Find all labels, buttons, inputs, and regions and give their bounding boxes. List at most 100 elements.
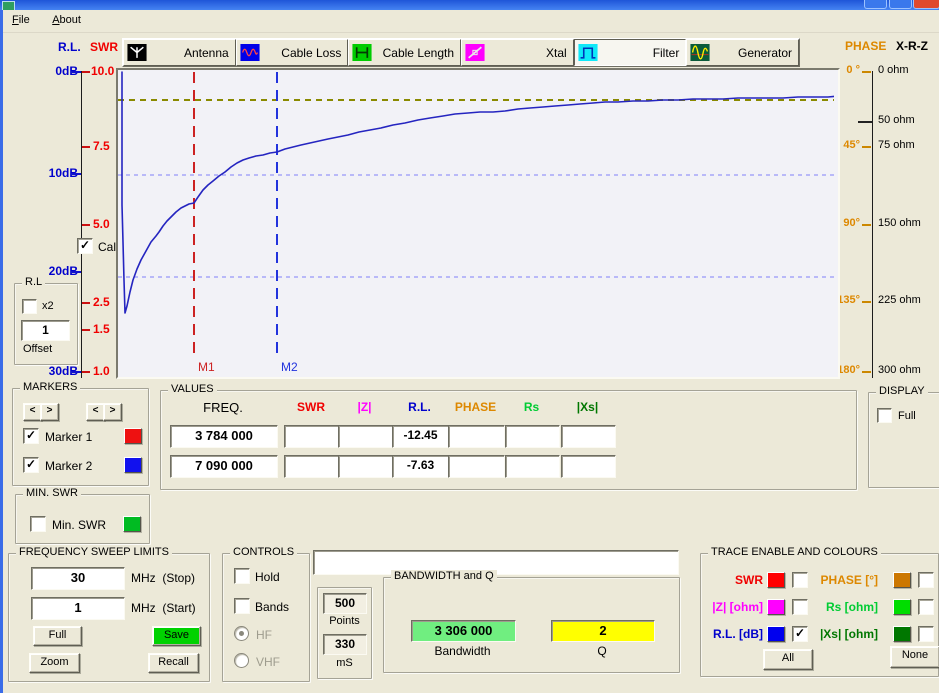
ohm-tick-label: 225 ohm xyxy=(878,294,921,306)
offset-label: Offset xyxy=(23,343,52,355)
trace-none-button[interactable]: None xyxy=(890,646,939,668)
xtal-mode-button[interactable]: Xtal xyxy=(461,39,574,66)
cable-loss-icon xyxy=(240,44,260,61)
trace-all-button[interactable]: All xyxy=(763,649,813,670)
min-swr-checkbox[interactable] xyxy=(30,516,46,532)
right-axis-line xyxy=(872,71,873,378)
marker2-next-button[interactable]: > xyxy=(103,403,122,421)
recall-button[interactable]: Recall xyxy=(148,653,199,673)
trace-xs-checkbox[interactable] xyxy=(918,626,934,642)
sweep-chart-plot[interactable]: M1 M2 xyxy=(116,68,840,379)
swr-tick-label: 1.5 xyxy=(93,322,110,336)
ohm-tick-label: 75 ohm xyxy=(878,139,915,151)
swr-column-header: SWR xyxy=(284,400,338,414)
ohm-tick-label: 150 ohm xyxy=(878,217,921,229)
marker2-freq-field[interactable]: 7 090 000 xyxy=(170,455,278,478)
marker2-color-swatch[interactable] xyxy=(124,457,142,473)
phase-axis-tick xyxy=(862,146,871,148)
swr-axis-tick xyxy=(82,146,90,148)
xtal-icon xyxy=(465,44,485,61)
save-button[interactable]: Save xyxy=(152,626,201,646)
window-left-border xyxy=(0,10,3,693)
values-group-title: VALUES xyxy=(168,383,217,395)
marker1-color-swatch[interactable] xyxy=(124,428,142,444)
marker2-swr-field xyxy=(284,455,340,478)
cable-length-mode-button[interactable]: Cable Length xyxy=(348,39,461,66)
swr-tick-label: 5.0 xyxy=(93,217,110,231)
title-bar[interactable] xyxy=(0,0,939,10)
trace-swr-color-swatch[interactable] xyxy=(767,572,785,588)
rl-column-header: R.L. xyxy=(392,400,447,414)
min-swr-group: MIN. SWR Min. SWR xyxy=(15,494,150,544)
generator-icon xyxy=(690,44,710,61)
marker1-checkbox[interactable] xyxy=(23,428,39,444)
values-group: VALUES FREQ. SWR |Z| R.L. PHASE Rs |Xs| … xyxy=(160,390,857,490)
trace-rs-color-swatch[interactable] xyxy=(893,599,911,615)
ohm-tick-label: 0 ohm xyxy=(878,64,909,76)
filter-icon xyxy=(578,44,598,61)
markers-group-title: MARKERS xyxy=(20,381,80,393)
controls-group-title: CONTROLS xyxy=(230,546,297,558)
bandwidth-group-title: BANDWIDTH and Q xyxy=(391,570,497,582)
min-swr-group-title: MIN. SWR xyxy=(23,487,81,499)
cable-loss-mode-button[interactable]: Cable Loss xyxy=(236,39,349,66)
trace-xs-label: |Xs| [ohm] xyxy=(797,627,878,641)
generator-mode-button[interactable]: Generator xyxy=(686,39,799,66)
menu-about[interactable]: About xyxy=(43,10,90,29)
marker1-label: Marker 1 xyxy=(45,430,92,444)
freq-column-header: FREQ. xyxy=(170,400,276,415)
controls-group: CONTROLS Hold Bands HF VHF xyxy=(222,553,310,682)
bands-checkbox[interactable] xyxy=(234,598,250,614)
swr-tick-label: 7.5 xyxy=(93,139,110,153)
trace-z-label: |Z| [ohm] xyxy=(701,600,763,614)
display-full-checkbox[interactable] xyxy=(877,408,892,423)
ohm-tick-label: 50 ohm xyxy=(878,114,915,126)
marker2-checkbox[interactable] xyxy=(23,457,39,473)
stop-frequency-field[interactable]: 30 xyxy=(31,567,125,590)
swr-axis-tick xyxy=(82,71,90,73)
vhf-radio[interactable] xyxy=(234,653,249,668)
hf-label: HF xyxy=(256,628,272,642)
phase-axis-tick xyxy=(862,301,871,303)
phase-axis-tick xyxy=(862,371,871,373)
rl-offset-group-title: R.L xyxy=(22,276,45,288)
trace-xs-color-swatch[interactable] xyxy=(893,626,911,642)
trace-rs-label: Rs [ohm] xyxy=(797,600,878,614)
maximize-button[interactable] xyxy=(889,0,912,9)
x2-checkbox[interactable] xyxy=(22,299,37,314)
marker2-phase-field xyxy=(448,455,505,478)
trace-rl-color-swatch[interactable] xyxy=(767,626,785,642)
marker1-next-button[interactable]: > xyxy=(40,403,59,421)
min-swr-color-swatch[interactable] xyxy=(123,516,141,532)
zoom-button[interactable]: Zoom xyxy=(29,653,80,673)
display-group: DISPLAY Full xyxy=(868,392,939,488)
start-frequency-field[interactable]: 1 xyxy=(31,597,125,620)
offset-value-field[interactable]: 1 xyxy=(21,320,70,341)
antenna-mode-button[interactable]: Antenna xyxy=(123,39,236,66)
trace-phase-color-swatch[interactable] xyxy=(893,572,911,588)
trace-phase-label: PHASE [°] xyxy=(797,573,878,587)
x2-label: x2 xyxy=(42,300,54,312)
swr-axis-tick xyxy=(82,371,90,373)
swr-axis-tick xyxy=(82,329,90,331)
bandwidth-value-display: 3 306 000 xyxy=(411,620,516,642)
cal-checkbox[interactable] xyxy=(77,238,93,254)
hold-checkbox[interactable] xyxy=(234,568,250,584)
trace-z-color-swatch[interactable] xyxy=(767,599,785,615)
trace-phase-checkbox[interactable] xyxy=(918,572,934,588)
sweep-limits-group-title: FREQUENCY SWEEP LIMITS xyxy=(16,546,172,558)
markers-group: MARKERS < > < > Marker 1 Marker 2 xyxy=(12,388,149,486)
vhf-label: VHF xyxy=(256,655,280,669)
full-sweep-button[interactable]: Full xyxy=(33,626,82,646)
swr-tick-label: 2.5 xyxy=(93,295,110,309)
minimize-button[interactable] xyxy=(864,0,887,9)
hf-radio[interactable] xyxy=(234,626,249,641)
rl-offset-group: R.L x2 1 Offset xyxy=(14,283,78,365)
bandwidth-group: BANDWIDTH and Q 3 306 000 Bandwidth 2 Q xyxy=(383,577,680,673)
db-axis-tick xyxy=(72,271,81,273)
menu-file[interactable]: File xyxy=(3,10,39,29)
close-button[interactable] xyxy=(913,0,939,9)
trace-rs-checkbox[interactable] xyxy=(918,599,934,615)
marker1-freq-field[interactable]: 3 784 000 xyxy=(170,425,278,448)
filter-mode-button[interactable]: Filter xyxy=(574,39,687,66)
